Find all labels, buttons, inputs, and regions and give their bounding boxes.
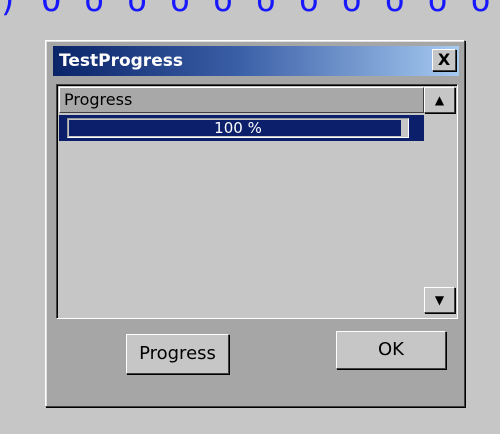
window-title: TestProgress [59,51,183,71]
scroll-down-button[interactable]: ▼ [424,287,455,313]
progress-list: Progress 100 % ▲ ▼ [56,84,458,319]
titlebar: TestProgress X [53,46,459,76]
background-link-fragment: ) Ӧ ӧ ӧ ӧ ӧ ӧ ӧ ӧ ӧ ӧ ӧ [0,0,492,20]
progress-bar: 100 % [67,118,409,138]
progress-button[interactable]: Progress [126,334,229,374]
close-button[interactable]: X [432,49,456,71]
list-item[interactable]: 100 % [59,115,424,141]
scroll-down-arrow-icon: ▼ [434,293,445,307]
scroll-up-arrow-icon: ▲ [434,93,445,107]
test-progress-dialog: TestProgress X Progress 100 % ▲ ▼ Progre… [45,40,465,407]
close-icon: X [437,50,451,69]
scroll-up-button[interactable]: ▲ [424,87,455,113]
progress-percent-label: 100 % [214,119,262,137]
vertical-scrollbar[interactable]: ▲ ▼ [424,87,455,314]
ok-button[interactable]: OK [336,331,446,369]
column-header-progress[interactable]: Progress [59,87,424,113]
